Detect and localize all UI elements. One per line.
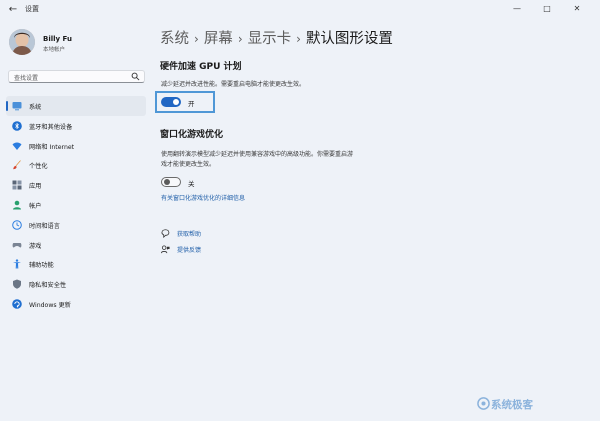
network-icon [12,142,22,150]
settings-window: ← 设置 — □ ✕ Billy Fu 本地帐户 查找设置 系统 蓝牙和其他设备… [0,0,600,421]
sidebar-item-label: 游戏 [29,242,42,250]
search-placeholder: 查找设置 [14,75,39,82]
feedback-icon [161,245,170,254]
user-name: Billy Fu [43,35,72,43]
gaming-icon [12,242,22,248]
gpu-scheduling-title: 硬件加速 GPU 计划 [160,62,242,72]
back-button[interactable]: ← [6,3,20,17]
close-button[interactable]: ✕ [566,2,588,16]
sidebar-item-apps[interactable]: 应用 [6,175,146,195]
sidebar-item-label: 网络和 Internet [29,143,75,151]
sidebar-item-label: 个性化 [29,163,48,171]
sidebar-item-network[interactable]: 网络和 Internet [6,136,146,156]
sidebar-item-privacy[interactable]: 隐私和安全性 [6,274,146,294]
accounts-icon [13,200,21,210]
breadcrumb-display[interactable]: 屏幕 [204,31,233,47]
sidebar-item-time-language[interactable]: 时间和语言 [6,215,146,235]
windowed-games-description-line1: 使用翻转演示模型减少延迟并使用兼容游戏中的高级功能。你需要重启游 [161,151,354,158]
breadcrumb-separator: › [296,32,301,46]
avatar[interactable] [9,29,35,55]
sidebar-item-accounts[interactable]: 帐户 [6,195,146,215]
avatar-image-icon [9,29,35,55]
get-help-icon [161,229,170,238]
time-language-icon [12,219,22,230]
search-icon[interactable] [131,72,140,81]
maximize-button[interactable]: □ [536,2,558,16]
page-title: 默认图形设置 [305,31,393,47]
windows-update-icon [12,299,22,309]
sidebar-item-gaming[interactable]: 游戏 [6,235,146,255]
title-bar: ← 设置 — □ ✕ [0,0,600,20]
sidebar-item-accessibility[interactable]: 辅助功能 [6,254,146,274]
sidebar-item-label: 时间和语言 [29,222,60,230]
sidebar-item-windows-update[interactable]: Windows 更新 [6,294,146,314]
sidebar-item-system[interactable]: 系统 [6,96,146,116]
toggle-knob [173,99,179,105]
get-help-link[interactable]: 获取帮助 [177,229,201,238]
sidebar-item-label: 蓝牙和其他设备 [29,123,73,131]
search-input[interactable]: 查找设置 [8,70,145,83]
minimize-button[interactable]: — [506,2,528,16]
bluetooth-icon [12,120,22,131]
system-icon [12,102,22,111]
sidebar-item-label: 辅助功能 [29,262,54,270]
watermark-logo-icon [477,397,490,410]
gpu-scheduling-state: 开 [188,100,195,108]
gpu-scheduling-description: 减少延迟并改进性能。需要重启电脑才能使更改生效。 [161,81,306,88]
personalization-icon [13,160,21,170]
breadcrumb-graphics[interactable]: 显示卡 [248,31,292,47]
sidebar-item-label: Windows 更新 [29,301,71,309]
breadcrumb-separator: › [194,32,199,46]
sidebar-item-label: 应用 [29,183,42,191]
account-type: 本地帐户 [43,47,66,53]
sidebar-item-label: 隐私和安全性 [29,282,67,290]
app-title: 设置 [25,5,39,13]
breadcrumb-system[interactable]: 系统 [160,31,189,47]
windowed-games-state: 关 [188,180,195,188]
active-indicator [6,101,8,111]
accessibility-icon [13,259,21,269]
sidebar-nav: 系统 蓝牙和其他设备 网络和 Internet 个性化 应用 帐户 时间和语言 … [6,96,146,314]
apps-icon [12,180,22,190]
windowed-games-title: 窗口化游戏优化 [160,130,224,140]
watermark: 系统极客 [491,399,533,411]
sidebar-item-label: 帐户 [29,202,42,210]
sidebar-item-personalization[interactable]: 个性化 [6,155,146,175]
windowed-games-toggle[interactable] [161,177,181,187]
breadcrumb-separator: › [237,32,243,46]
toggle-knob [164,179,170,185]
feedback-link[interactable]: 提供反馈 [177,245,201,254]
sidebar-item-bluetooth[interactable]: 蓝牙和其他设备 [6,116,146,136]
breadcrumb: 系统 › 屏幕 › 显示卡 › 默认图形设置 [160,27,393,48]
gpu-scheduling-toggle[interactable] [161,97,181,107]
windowed-games-more-link[interactable]: 有关窗口化游戏优化的详细信息 [161,193,245,202]
windowed-games-description-line2: 戏才能使更改生效。 [161,160,216,168]
sidebar-item-label: 系统 [29,104,42,111]
privacy-icon [13,279,21,289]
